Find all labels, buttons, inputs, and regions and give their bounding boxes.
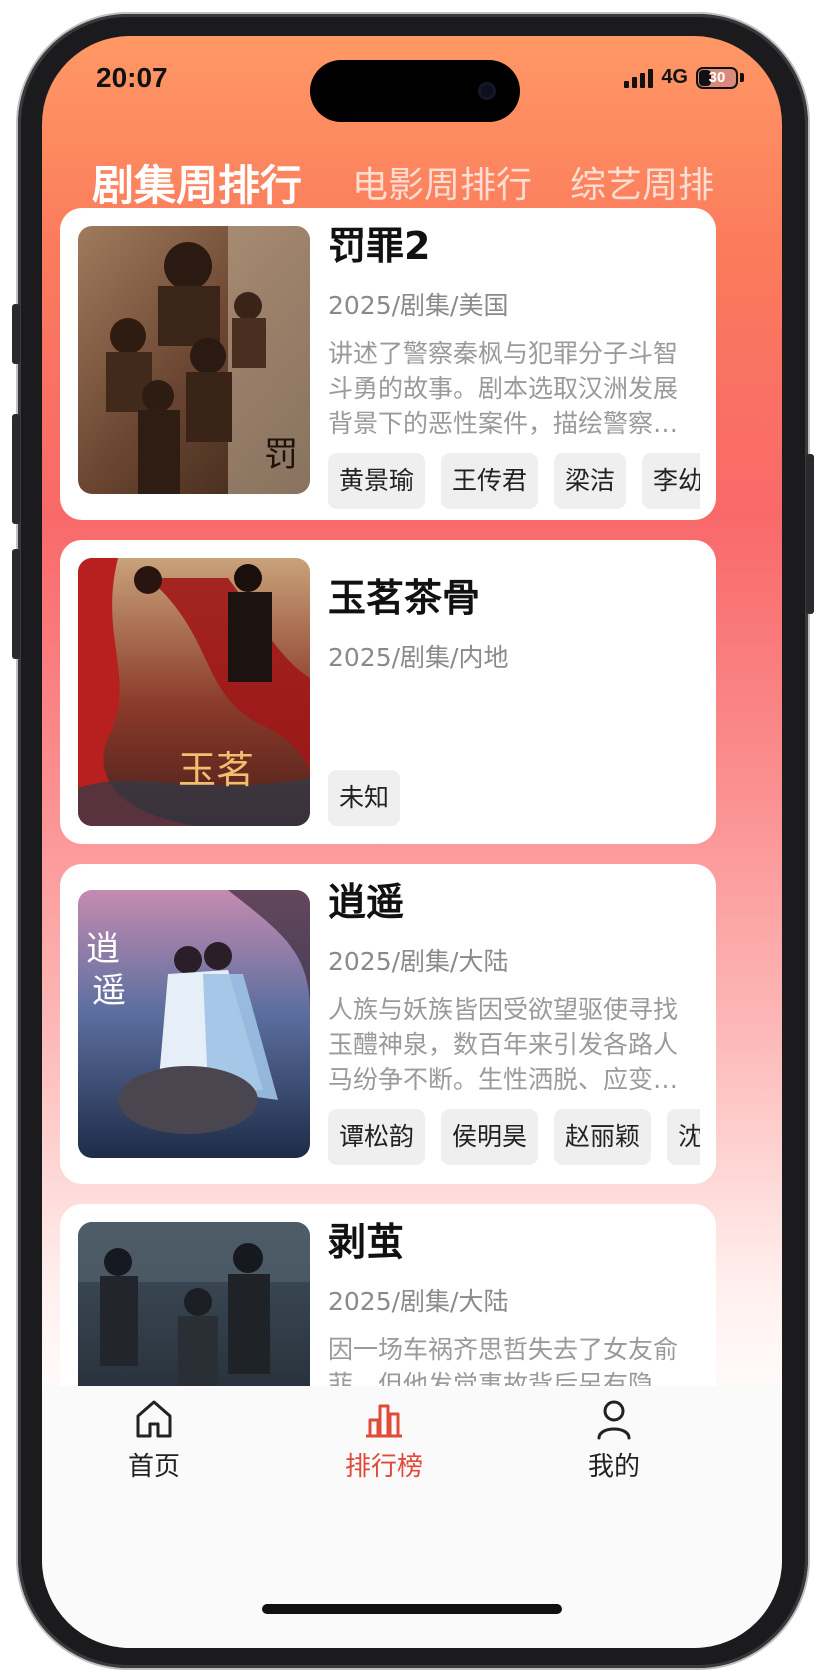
item-description <box>328 688 698 758</box>
home-icon <box>84 1398 224 1442</box>
signal-icon <box>624 68 654 88</box>
item-title[interactable]: 逍遥 <box>328 878 698 926</box>
item-meta: 2025/剧集/大陆 <box>328 947 509 976</box>
battery-tip <box>740 73 744 82</box>
cast-tag[interactable]: 赵丽颖 <box>554 1109 652 1165</box>
svg-text:罚: 罚 <box>264 435 298 475</box>
item-info: 罚罪2 2025/剧集/美国 讲述了警察秦枫与犯罪分子斗智斗勇的故事。剧本选取汉… <box>328 222 700 509</box>
cast-tags: 未知 <box>328 770 700 826</box>
dynamic-island <box>310 60 520 122</box>
nav-mine[interactable]: 我的 <box>544 1398 684 1483</box>
item-title[interactable]: 剥茧 <box>328 1218 698 1266</box>
item-meta: 2025/剧集/内地 <box>328 643 509 672</box>
nav-home[interactable]: 首页 <box>84 1398 224 1483</box>
list-item[interactable]: 玉茗 玉茗茶骨 2025/剧集/内地 未知 <box>60 540 716 844</box>
cast-tag[interactable]: 侯明昊 <box>441 1109 539 1165</box>
power-button <box>806 454 814 614</box>
item-meta: 2025/剧集/美国 <box>328 291 509 320</box>
cast-tag[interactable]: 沈 <box>667 1109 700 1165</box>
volume-down-button <box>12 549 20 659</box>
cast-tags: 黄景瑜 王传君 梁洁 李幼 <box>328 453 700 509</box>
volume-up-button <box>12 414 20 524</box>
cast-tags: 谭松韵 侯明昊 赵丽颖 沈 <box>328 1109 700 1165</box>
item-info: 逍遥 2025/剧集/大陆 人族与妖族皆因受欲望驱使寻找玉醴神泉，数百年来引发各… <box>328 878 700 1165</box>
cast-tag[interactable]: 王传君 <box>441 453 539 509</box>
app-screen: 20:07 4G 30 剧集周排行 电影周排行 综艺周排 罚 罚罪2 2025/… <box>42 36 782 1648</box>
tab-variety-weekly[interactable]: 综艺周排 <box>570 156 714 208</box>
tab-movie-weekly[interactable]: 电影周排行 <box>352 156 532 208</box>
item-info: 玉茗茶骨 2025/剧集/内地 未知 <box>328 574 698 826</box>
status-indicators: 4G 30 <box>624 66 744 89</box>
list-item[interactable]: 罚 罚罪2 2025/剧集/美国 讲述了警察秦枫与犯罪分子斗智斗勇的故事。剧本选… <box>60 208 716 520</box>
cast-tag[interactable]: 谭松韵 <box>328 1109 426 1165</box>
item-meta: 2025/剧集/大陆 <box>328 1287 509 1316</box>
tab-drama-weekly[interactable]: 剧集周排行 <box>92 152 302 213</box>
svg-text:玉茗: 玉茗 <box>178 748 254 792</box>
nav-ranking[interactable]: 排行榜 <box>314 1398 454 1483</box>
svg-text:逍: 逍 <box>86 929 120 969</box>
svg-text:遥: 遥 <box>92 971 126 1011</box>
network-type: 4G <box>661 66 688 88</box>
battery-level: 30 <box>708 69 726 86</box>
poster-image[interactable]: 罚 <box>78 226 310 494</box>
nav-home-label: 首页 <box>127 1452 180 1482</box>
home-indicator[interactable] <box>262 1604 562 1614</box>
item-title[interactable]: 玉茗茶骨 <box>328 574 698 622</box>
nav-mine-label: 我的 <box>587 1452 640 1482</box>
item-description: 人族与妖族皆因受欲望驱使寻找玉醴神泉，数百年来引发各路人马纷争不断。生性洒脱、应… <box>328 995 679 1094</box>
item-description: 讲述了警察秦枫与犯罪分子斗智斗勇的故事。剧本选取汉洲发展背景下的恶性案件，描绘警… <box>328 339 679 438</box>
list-item[interactable]: 逍 遥 逍遥 2025/剧集/大陆 人族与妖族皆因受欲望驱使寻找玉醴神泉，数百年… <box>60 864 716 1184</box>
poster-image[interactable]: 逍 遥 <box>78 890 310 1158</box>
cast-tag[interactable]: 梁洁 <box>554 453 627 509</box>
cast-tag[interactable]: 黄景瑜 <box>328 453 426 509</box>
ranking-icon <box>314 1398 454 1442</box>
item-title[interactable]: 罚罪2 <box>328 222 698 270</box>
mute-switch <box>12 304 20 364</box>
status-time: 20:07 <box>96 62 168 93</box>
camera-icon <box>478 82 496 100</box>
battery-icon: 30 <box>696 66 738 89</box>
poster-image[interactable]: 玉茗 <box>78 558 310 826</box>
cast-tag[interactable]: 李幼 <box>642 453 700 509</box>
nav-ranking-label: 排行榜 <box>344 1452 423 1482</box>
user-icon <box>544 1398 684 1442</box>
cast-tag[interactable]: 未知 <box>328 770 401 826</box>
